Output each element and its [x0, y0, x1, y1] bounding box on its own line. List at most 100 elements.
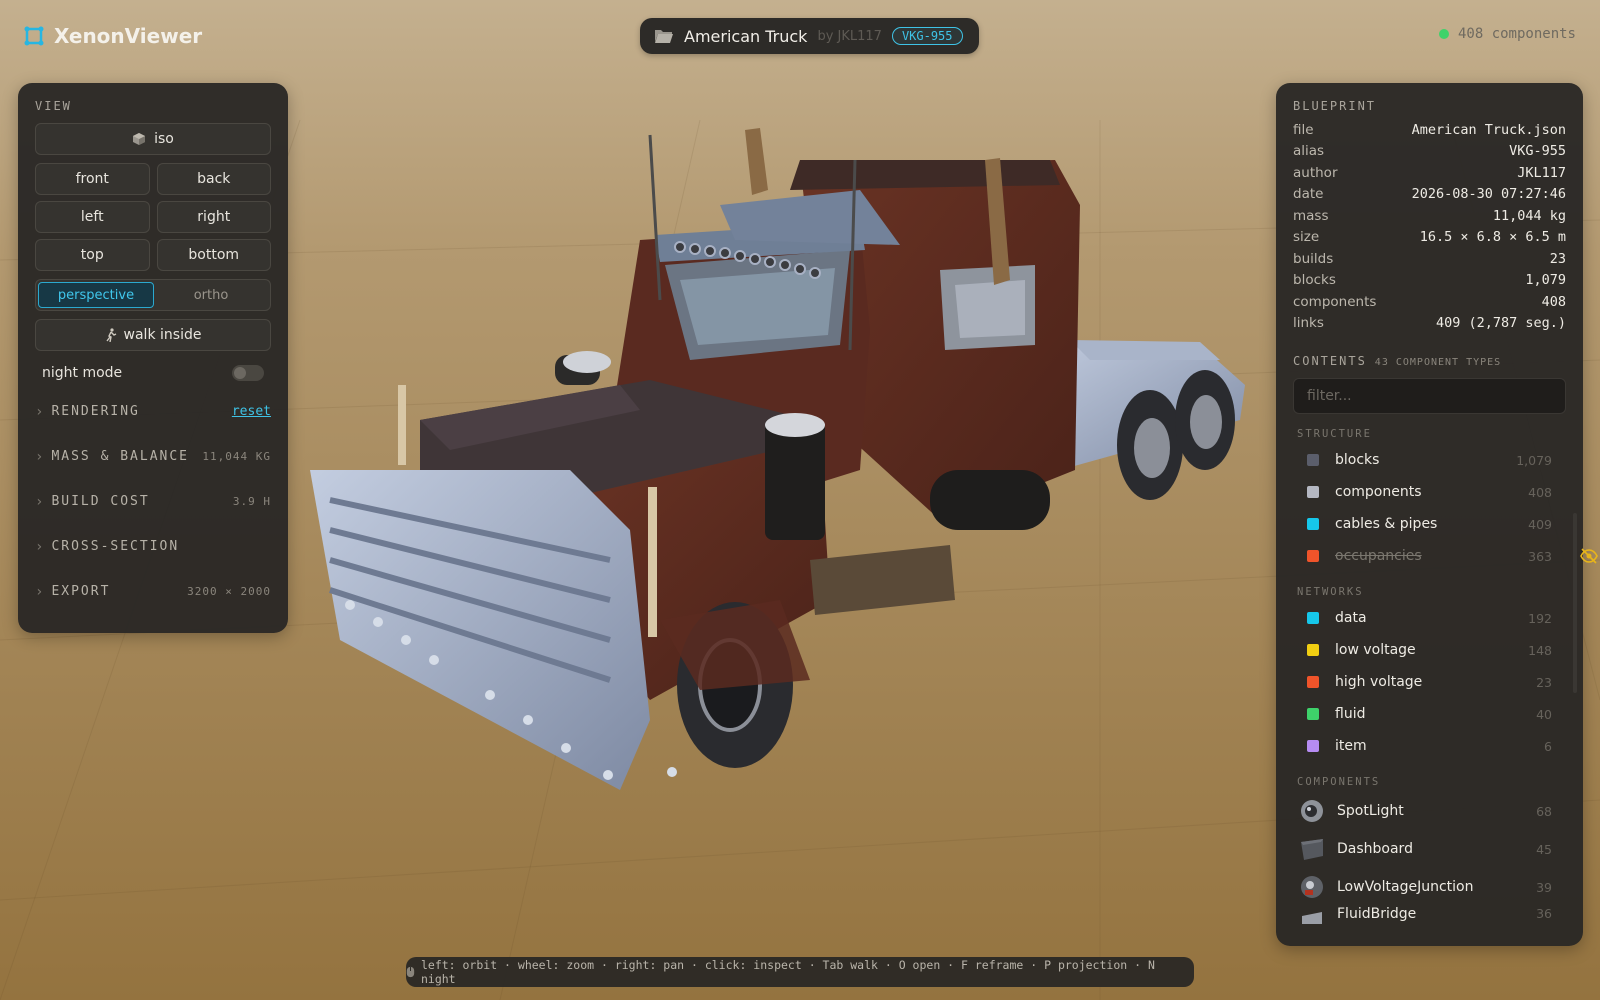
blueprint-label: BLUEPRINT [1293, 99, 1377, 113]
eye-off-icon[interactable] [1580, 548, 1598, 564]
component-count-status: 408 components [1438, 26, 1576, 42]
filter-input[interactable] [1293, 378, 1566, 414]
blueprint-title: American Truck [684, 26, 808, 46]
info-value: 2026-08-30 07:27:46 [1411, 186, 1566, 203]
network-item-item[interactable]: item 6 [1293, 730, 1566, 762]
color-swatch [1307, 740, 1319, 752]
info-value: 408 [1541, 293, 1566, 310]
info-key: links [1293, 315, 1324, 332]
component-count: 408 components [1457, 26, 1576, 42]
info-row-links: links 409 (2,787 seg.) [1293, 313, 1566, 335]
view-left-button[interactable]: left [35, 201, 150, 233]
item-name: fluid [1335, 706, 1366, 722]
info-key: date [1293, 186, 1324, 203]
view-back-button[interactable]: back [156, 163, 271, 195]
contents-label: CONTENTS [1293, 354, 1367, 368]
mouse-icon [406, 966, 415, 978]
rendering-reset-link[interactable]: reset [232, 404, 271, 419]
network-item-data[interactable]: data 192 [1293, 602, 1566, 634]
view-front-button[interactable]: front [35, 163, 150, 195]
item-count: 148 [1528, 642, 1552, 658]
blueprint-author: by JKL117 [817, 28, 882, 44]
item-count: 68 [1536, 803, 1552, 819]
view-right-button[interactable]: right [156, 201, 271, 233]
structure-item-cables-pipes[interactable]: cables & pipes 409 [1293, 508, 1566, 540]
perspective-option[interactable]: perspective [38, 282, 154, 308]
contents-scrollbar[interactable] [1573, 513, 1577, 693]
component-item-low-voltage-junction[interactable]: LowVoltageJunction 39 [1293, 868, 1566, 906]
item-name: occupancies [1335, 548, 1422, 564]
color-swatch [1307, 708, 1319, 720]
color-swatch [1307, 486, 1319, 498]
structure-item-occupancies[interactable]: occupancies 363 [1293, 540, 1598, 572]
section-meta: 3200 × 2000 [187, 585, 271, 598]
component-item-dashboard[interactable]: Dashboard 45 [1293, 830, 1566, 868]
blueprint-title-pill[interactable]: American Truck by JKL117 VKG-955 [640, 18, 979, 54]
chevron-right-icon: › [35, 448, 44, 465]
info-value: 23 [1549, 250, 1566, 267]
color-swatch [1307, 676, 1319, 688]
info-key: components [1293, 293, 1377, 310]
section-meta: 11,044 KG [202, 450, 271, 463]
night-mode-row: night mode [35, 365, 271, 381]
item-count: 23 [1536, 674, 1552, 690]
color-swatch [1307, 612, 1319, 624]
color-swatch [1307, 518, 1319, 530]
mass-balance-section[interactable]: › MASS & BALANCE 11,044 KG [35, 434, 271, 479]
network-item-low-voltage[interactable]: low voltage 148 [1293, 634, 1566, 666]
info-key: file [1293, 121, 1314, 138]
section-label: BUILD COST [51, 494, 150, 509]
walk-inside-button[interactable]: walk inside [35, 319, 271, 351]
components-group-label: COMPONENTS [1297, 776, 1381, 788]
build-cost-section[interactable]: › BUILD COST 3.9 H [35, 479, 271, 524]
night-mode-toggle[interactable] [232, 365, 264, 381]
info-key: size [1293, 229, 1320, 246]
view-bottom-button[interactable]: bottom [156, 239, 271, 271]
info-key: author [1293, 164, 1338, 181]
section-label: MASS & BALANCE [51, 449, 190, 464]
view-iso-label: iso [154, 131, 174, 147]
network-item-high-voltage[interactable]: high voltage 23 [1293, 666, 1566, 698]
color-swatch [1307, 550, 1319, 562]
info-value: American Truck.json [1411, 121, 1566, 138]
section-label: CROSS-SECTION [51, 539, 180, 554]
item-name: data [1335, 610, 1367, 626]
item-count: 408 [1528, 484, 1552, 500]
view-iso-button[interactable]: iso [35, 123, 271, 155]
info-row-author: author JKL117 [1293, 162, 1566, 184]
contents-type-count: 43 COMPONENT TYPES [1374, 357, 1502, 368]
info-value: 16.5 × 6.8 × 6.5 m [1419, 229, 1566, 246]
rendering-section[interactable]: › RENDERING reset [35, 389, 271, 434]
item-name: low voltage [1335, 642, 1416, 658]
night-mode-label: night mode [42, 365, 123, 381]
walk-icon [105, 328, 116, 342]
item-name: high voltage [1335, 674, 1423, 690]
controls-hint-bar: left: orbit · wheel: zoom · right: pan ·… [406, 957, 1194, 987]
info-value: 409 (2,787 seg.) [1435, 315, 1566, 332]
view-top-button[interactable]: top [35, 239, 150, 271]
item-name: LowVoltageJunction [1337, 879, 1474, 895]
item-name: cables & pipes [1335, 516, 1438, 532]
ortho-option[interactable]: ortho [154, 282, 268, 308]
cross-section-section[interactable]: › CROSS-SECTION [35, 524, 271, 569]
color-swatch [1307, 644, 1319, 656]
info-row-builds: builds 23 [1293, 248, 1566, 270]
structure-item-blocks[interactable]: blocks 1,079 [1293, 444, 1566, 476]
info-row-blocks: blocks 1,079 [1293, 270, 1566, 292]
blueprint-info: file American Truck.json alias VKG-955 aut… [1293, 119, 1566, 334]
view-panel: VIEW iso front back left right top botto… [18, 83, 288, 633]
folder-open-icon[interactable] [654, 28, 674, 44]
component-item-spotlight[interactable]: SpotLight 68 [1293, 792, 1566, 830]
network-item-fluid[interactable]: fluid 40 [1293, 698, 1566, 730]
item-name: Dashboard [1337, 841, 1413, 857]
fluid-bridge-icon [1302, 912, 1322, 924]
item-name: blocks [1335, 452, 1380, 468]
info-row-components: components 408 [1293, 291, 1566, 313]
export-section[interactable]: › EXPORT 3200 × 2000 [35, 569, 271, 614]
info-row-date: date 2026-08-30 07:27:46 [1293, 184, 1566, 206]
logo-icon [24, 26, 44, 46]
controls-hint-text: left: orbit · wheel: zoom · right: pan ·… [420, 958, 1155, 986]
component-item-fluid-bridge[interactable]: FluidBridge 36 [1293, 906, 1566, 924]
structure-item-components[interactable]: components 408 [1293, 476, 1566, 508]
info-row-alias: alias VKG-955 [1293, 141, 1566, 163]
